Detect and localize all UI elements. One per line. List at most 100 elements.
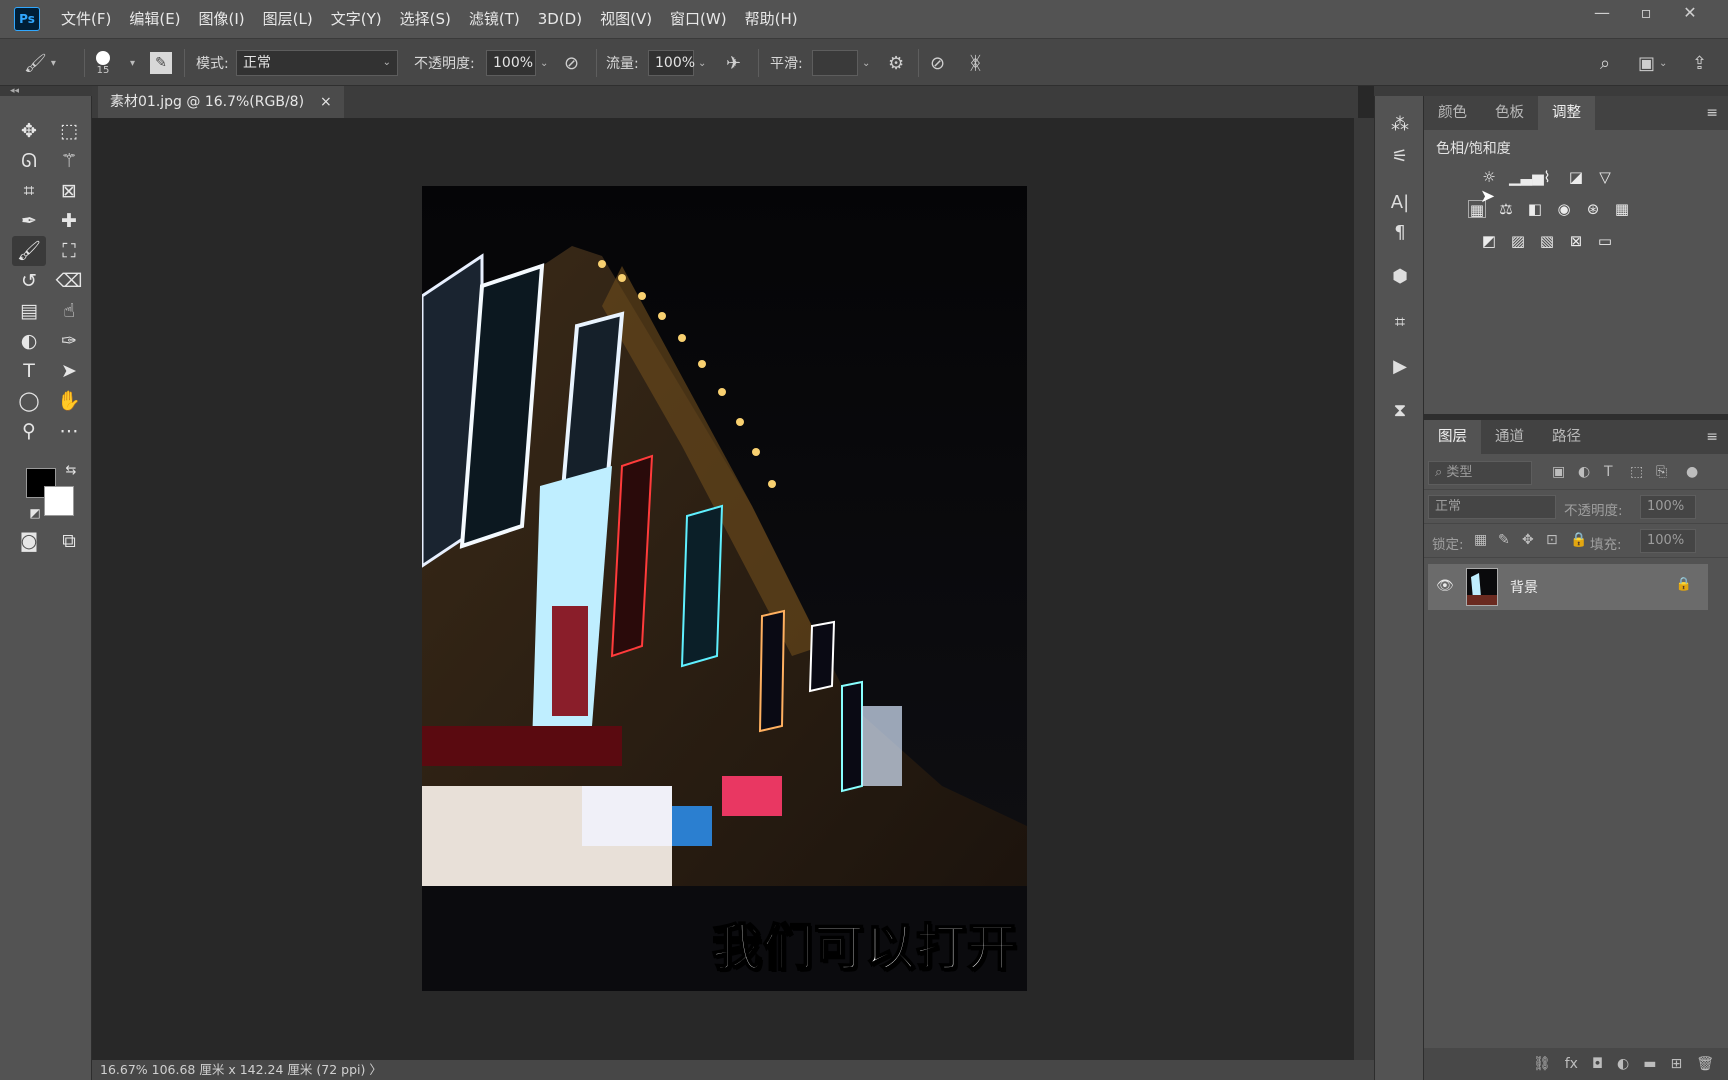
filter-smart-object-icon[interactable]: ⎘ bbox=[1656, 464, 1667, 480]
screen-mode-icon[interactable]: ⧉ bbox=[52, 526, 86, 556]
brush-preset-picker[interactable]: 🖌 ▾ bbox=[24, 39, 56, 87]
layer-row[interactable]: 👁 背景 🔒 bbox=[1428, 564, 1708, 610]
new-group-icon[interactable]: ▬ bbox=[1643, 1056, 1656, 1072]
dodge-tool-icon[interactable]: ◐ bbox=[12, 326, 46, 356]
smudge-tool-icon[interactable]: ☝ bbox=[52, 296, 86, 326]
lock-all-icon[interactable]: 🔒 bbox=[1570, 532, 1587, 548]
menu-type[interactable]: 文字(Y) bbox=[322, 0, 391, 38]
mode-select[interactable]: 正常 ⌄ bbox=[236, 39, 398, 87]
eraser-tool-icon[interactable]: ⌫ bbox=[52, 266, 86, 296]
close-button[interactable]: ✕ bbox=[1668, 0, 1712, 28]
document-tab[interactable]: 素材01.jpg @ 16.7%(RGB/8) × bbox=[98, 86, 344, 118]
filter-pixel-icon[interactable]: ▣ bbox=[1552, 464, 1565, 480]
ellipse-tool-icon[interactable]: ◯ bbox=[12, 386, 46, 416]
menu-3d[interactable]: 3D(D) bbox=[529, 0, 591, 38]
pen-tool-icon[interactable]: ✑ bbox=[52, 326, 86, 356]
brush-settings-panel-icon[interactable]: ⚟ bbox=[1385, 142, 1415, 172]
canvas-area[interactable]: 我们可以打开 bbox=[92, 118, 1354, 1060]
gradient-map-icon[interactable]: ▭ bbox=[1596, 232, 1614, 250]
levels-icon[interactable]: ▁▃▅ bbox=[1509, 168, 1544, 186]
share-button[interactable]: ⇪ bbox=[1692, 39, 1707, 87]
chevron-down-icon[interactable]: ⌄ bbox=[698, 58, 706, 69]
workspace-button[interactable]: ▣ ⌄ bbox=[1638, 39, 1667, 87]
smoothing-value[interactable] bbox=[812, 50, 858, 76]
new-layer-icon[interactable]: ⊞ bbox=[1670, 1056, 1682, 1072]
fill-input[interactable]: 100% bbox=[1640, 529, 1696, 553]
eye-visibility-icon[interactable]: 👁 bbox=[1436, 578, 1454, 594]
actions-panel-icon[interactable]: ▶ bbox=[1385, 352, 1415, 382]
layer-opacity-input[interactable]: 100% bbox=[1640, 495, 1696, 519]
brush-size-picker[interactable]: 15 bbox=[96, 39, 110, 87]
color-balance-icon[interactable]: ⚖ bbox=[1497, 200, 1515, 218]
tab-layers[interactable]: 图层 bbox=[1424, 420, 1481, 454]
blend-mode-select[interactable]: 正常 bbox=[1428, 495, 1556, 519]
filter-toggle-icon[interactable]: ● bbox=[1686, 464, 1698, 480]
flow-value[interactable]: 100% bbox=[648, 50, 695, 76]
menu-filter[interactable]: 滤镜(T) bbox=[460, 0, 529, 38]
curves-icon[interactable]: ⌇ bbox=[1538, 168, 1556, 186]
marquee-tool-icon[interactable]: ⬚ bbox=[52, 116, 86, 146]
menu-select[interactable]: 选择(S) bbox=[391, 0, 460, 38]
brightness-icon[interactable]: ☼ bbox=[1480, 168, 1498, 186]
path-selection-tool-icon[interactable]: ➤ bbox=[52, 356, 86, 386]
invert-icon[interactable]: ◩ bbox=[1480, 232, 1498, 250]
photoshop-logo[interactable]: Ps bbox=[14, 7, 40, 31]
new-adjustment-layer-icon[interactable]: ◐ bbox=[1617, 1056, 1629, 1072]
icon-strip-collapse-handle[interactable] bbox=[1374, 86, 1424, 96]
tab-paths[interactable]: 路径 bbox=[1538, 420, 1595, 454]
gradient-tool-icon[interactable]: ▤ bbox=[12, 296, 46, 326]
airbrush-button[interactable]: ✈ bbox=[726, 39, 741, 87]
color-lookup-icon[interactable]: ▦ bbox=[1613, 200, 1631, 218]
pressure-opacity-button[interactable]: ⊘ bbox=[564, 39, 579, 87]
swap-colors-icon[interactable]: ⇆ bbox=[54, 456, 88, 486]
clone-stamp-tool-icon[interactable]: ⛶ bbox=[52, 236, 86, 266]
document-image[interactable]: 我们可以打开 bbox=[422, 186, 1027, 991]
threshold-icon[interactable]: ▧ bbox=[1538, 232, 1556, 250]
layer-style-icon[interactable]: fx bbox=[1565, 1056, 1578, 1072]
lock-position-icon[interactable]: ✥ bbox=[1522, 532, 1534, 548]
exposure-icon[interactable]: ◪ bbox=[1567, 168, 1585, 186]
brush-size-dropdown[interactable]: ▾ bbox=[126, 39, 135, 87]
brush-tool-icon[interactable]: 🖌 bbox=[12, 236, 46, 266]
magic-wand-tool-icon[interactable]: ⚚ bbox=[52, 146, 86, 176]
more-tools-icon[interactable]: ⋯ bbox=[52, 416, 86, 446]
tab-color[interactable]: 颜色 bbox=[1424, 96, 1481, 130]
type-tool-icon[interactable]: T bbox=[12, 356, 46, 386]
search-button[interactable]: ⌕ bbox=[1600, 39, 1610, 87]
layer-name[interactable]: 背景 bbox=[1510, 577, 1538, 597]
paragraph-panel-icon[interactable]: ¶ bbox=[1385, 218, 1415, 248]
smoothing-options-button[interactable]: ⚙ bbox=[888, 39, 904, 87]
history-panel-icon[interactable]: ⧗ bbox=[1385, 396, 1415, 426]
smoothing-input[interactable]: ⌄ bbox=[812, 39, 870, 87]
link-layers-icon[interactable]: ⛓ bbox=[1533, 1056, 1551, 1072]
quick-mask-icon[interactable]: ◙ bbox=[12, 526, 46, 556]
vibrance-icon[interactable]: ▽ bbox=[1596, 168, 1614, 186]
posterize-icon[interactable]: ▨ bbox=[1509, 232, 1527, 250]
tab-swatches[interactable]: 色板 bbox=[1481, 96, 1538, 130]
filter-adjustment-icon[interactable]: ◐ bbox=[1578, 464, 1590, 480]
minimize-button[interactable]: — bbox=[1580, 0, 1624, 28]
black-white-icon[interactable]: ◧ bbox=[1526, 200, 1544, 218]
vertical-scrollbar[interactable] bbox=[1354, 118, 1374, 1060]
hand-tool-icon[interactable]: ✋ bbox=[52, 386, 86, 416]
character-panel-icon[interactable]: A| bbox=[1385, 188, 1415, 218]
menu-help[interactable]: 帮助(H) bbox=[736, 0, 807, 38]
filter-type-icon[interactable]: T bbox=[1604, 464, 1613, 480]
crop-panel-icon[interactable]: ⌗ bbox=[1385, 308, 1415, 338]
lock-artboard-icon[interactable]: ⊡ bbox=[1546, 532, 1558, 548]
menu-file[interactable]: 文件(F) bbox=[52, 0, 120, 38]
delete-layer-icon[interactable]: 🗑 bbox=[1696, 1056, 1714, 1072]
lock-image-icon[interactable]: ✎ bbox=[1498, 532, 1510, 548]
tab-adjustments[interactable]: 调整 bbox=[1538, 96, 1595, 130]
pressure-size-button[interactable]: ⊘ bbox=[930, 39, 945, 87]
move-tool-icon[interactable]: ✥ bbox=[12, 116, 46, 146]
panels-collapse-handle[interactable] bbox=[1424, 86, 1728, 96]
symmetry-button[interactable]: ᛤ bbox=[970, 39, 981, 87]
selective-color-icon[interactable]: ⊠ bbox=[1567, 232, 1585, 250]
lasso-tool-icon[interactable]: ᘏ bbox=[12, 146, 46, 176]
menu-window[interactable]: 窗口(W) bbox=[661, 0, 736, 38]
maximize-button[interactable]: ▫ bbox=[1624, 0, 1668, 28]
brush-presets-icon[interactable]: ⁂ bbox=[1385, 110, 1415, 140]
healing-brush-tool-icon[interactable]: ✚ bbox=[52, 206, 86, 236]
chevron-down-icon[interactable]: ⌄ bbox=[540, 58, 548, 69]
